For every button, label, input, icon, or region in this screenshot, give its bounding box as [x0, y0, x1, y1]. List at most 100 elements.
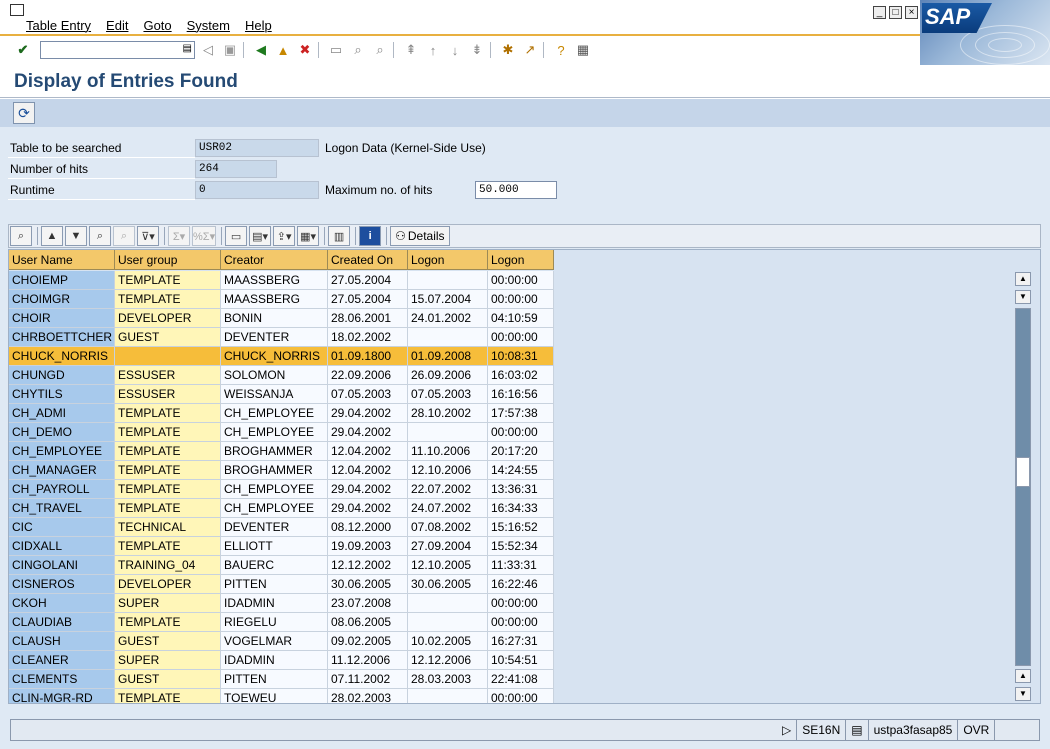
- cell-creator[interactable]: RIEGELU: [221, 613, 328, 632]
- cell-user-name[interactable]: CHOIMGR: [9, 290, 115, 309]
- cell-logon-time[interactable]: 14:24:55: [488, 461, 554, 480]
- cell-user-name[interactable]: CLAUSH: [9, 632, 115, 651]
- cell-logon-time[interactable]: 00:00:00: [488, 613, 554, 632]
- scroll-down-icon[interactable]: ▼: [1015, 687, 1031, 701]
- cell-logon-time[interactable]: 15:52:34: [488, 537, 554, 556]
- cell-logon-date[interactable]: 22.07.2002: [408, 480, 488, 499]
- cell-creator[interactable]: BONIN: [221, 309, 328, 328]
- cell-created-on[interactable]: 01.09.1800: [328, 347, 408, 366]
- cell-user-group[interactable]: SUPER: [115, 594, 221, 613]
- cell-user-group[interactable]: GUEST: [115, 328, 221, 347]
- cell-logon-time[interactable]: 22:41:08: [488, 670, 554, 689]
- new-session-icon[interactable]: ✱: [499, 41, 517, 59]
- table-row[interactable]: CKOH SUPER IDADMIN 23.07.2008 00:00:00: [9, 594, 554, 613]
- cell-created-on[interactable]: 28.02.2003: [328, 689, 408, 703]
- details-button[interactable]: ⚇ Details: [390, 226, 450, 246]
- cell-logon-date[interactable]: 12.10.2005: [408, 556, 488, 575]
- cell-logon-time[interactable]: 16:03:02: [488, 366, 554, 385]
- cell-created-on[interactable]: 11.12.2006: [328, 651, 408, 670]
- cell-user-name[interactable]: CH_ADMI: [9, 404, 115, 423]
- cell-user-group[interactable]: TEMPLATE: [115, 499, 221, 518]
- table-row[interactable]: CLEMENTS GUEST PITTEN 07.11.2002 28.03.2003 2…: [9, 670, 554, 689]
- cell-creator[interactable]: CH_EMPLOYEE: [221, 480, 328, 499]
- find-next-icon[interactable]: ⌕: [113, 226, 135, 246]
- cell-created-on[interactable]: 23.07.2008: [328, 594, 408, 613]
- help-icon[interactable]: ?: [552, 41, 570, 59]
- cell-user-name[interactable]: CH_MANAGER: [9, 461, 115, 480]
- cell-logon-time[interactable]: 17:57:38: [488, 404, 554, 423]
- cell-user-group[interactable]: TEMPLATE: [115, 271, 221, 290]
- cell-logon-date[interactable]: 24.07.2002: [408, 499, 488, 518]
- cell-user-group[interactable]: DEVELOPER: [115, 309, 221, 328]
- column-header-user-group[interactable]: User group: [115, 250, 221, 270]
- column-header-creator[interactable]: Creator: [221, 250, 328, 270]
- cell-created-on[interactable]: 07.05.2003: [328, 385, 408, 404]
- cell-user-group[interactable]: TEMPLATE: [115, 461, 221, 480]
- cell-user-group[interactable]: TEMPLATE: [115, 404, 221, 423]
- scroll-up-icon[interactable]: ▲: [1015, 272, 1031, 286]
- cell-logon-date[interactable]: [408, 423, 488, 442]
- cell-logon-time[interactable]: 00:00:00: [488, 290, 554, 309]
- sum-icon[interactable]: Σ▾: [168, 226, 190, 246]
- cell-user-group[interactable]: TECHNICAL: [115, 518, 221, 537]
- cell-user-name[interactable]: CHYTILS: [9, 385, 115, 404]
- cell-logon-time[interactable]: 00:00:00: [488, 423, 554, 442]
- cell-creator[interactable]: SOLOMON: [221, 366, 328, 385]
- cell-creator[interactable]: BAUERC: [221, 556, 328, 575]
- cell-creator[interactable]: WEISSANJA: [221, 385, 328, 404]
- cell-created-on[interactable]: 12.12.2002: [328, 556, 408, 575]
- cell-logon-date[interactable]: 30.06.2005: [408, 575, 488, 594]
- table-row[interactable]: CIC TECHNICAL DEVENTER 08.12.2000 07.08.2002…: [9, 518, 554, 537]
- cell-creator[interactable]: CH_EMPLOYEE: [221, 499, 328, 518]
- vertical-scrollbar[interactable]: ▲ ▼ ▲ ▼: [1015, 272, 1031, 704]
- page-up-icon[interactable]: ▲: [1015, 669, 1031, 683]
- cell-created-on[interactable]: 12.04.2002: [328, 461, 408, 480]
- menu-table-entry[interactable]: Table Entry: [26, 18, 91, 33]
- table-row[interactable]: CH_TRAVEL TEMPLATE CH_EMPLOYEE 29.04.2002 24…: [9, 499, 554, 518]
- cell-user-name[interactable]: CH_EMPLOYEE: [9, 442, 115, 461]
- table-row[interactable]: CISNEROS DEVELOPER PITTEN 30.06.2005 30.06.2…: [9, 575, 554, 594]
- cell-created-on[interactable]: 09.02.2005: [328, 632, 408, 651]
- prev-page-icon[interactable]: ↑: [424, 41, 442, 59]
- sort-descending-icon[interactable]: ▼: [65, 226, 87, 246]
- cell-logon-time[interactable]: 00:00:00: [488, 689, 554, 703]
- cell-logon-time[interactable]: 04:10:59: [488, 309, 554, 328]
- enter-check-icon[interactable]: ✔: [14, 41, 32, 59]
- cell-user-name[interactable]: CINGOLANI: [9, 556, 115, 575]
- exit-icon[interactable]: ▲: [274, 41, 292, 59]
- info-icon[interactable]: i: [359, 226, 382, 246]
- column-header-logon-date[interactable]: Logon: [408, 250, 488, 270]
- minimize-icon[interactable]: _: [873, 6, 886, 19]
- scroll-thumb[interactable]: [1016, 457, 1030, 487]
- cell-logon-date[interactable]: 12.10.2006: [408, 461, 488, 480]
- cell-creator[interactable]: MAASSBERG: [221, 290, 328, 309]
- cell-user-name[interactable]: CH_DEMO: [9, 423, 115, 442]
- cell-user-group[interactable]: GUEST: [115, 670, 221, 689]
- cell-logon-date[interactable]: 12.12.2006: [408, 651, 488, 670]
- table-row[interactable]: CHOIEMP TEMPLATE MAASSBERG 27.05.2004 00:00:…: [9, 271, 554, 290]
- cell-user-name[interactable]: CLIN-MGR-RD: [9, 689, 115, 703]
- cancel-icon[interactable]: ✖: [296, 41, 314, 59]
- table-row[interactable]: CHOIMGR TEMPLATE MAASSBERG 27.05.2004 15.07.…: [9, 290, 554, 309]
- cell-logon-time[interactable]: 15:16:52: [488, 518, 554, 537]
- cell-creator[interactable]: CHUCK_NORRIS: [221, 347, 328, 366]
- cell-user-name[interactable]: CISNEROS: [9, 575, 115, 594]
- table-row[interactable]: CIDXALL TEMPLATE ELLIOTT 19.09.2003 27.09.20…: [9, 537, 554, 556]
- cell-user-group[interactable]: TEMPLATE: [115, 689, 221, 703]
- cell-created-on[interactable]: 27.05.2004: [328, 290, 408, 309]
- table-row[interactable]: CLEANER SUPER IDADMIN 11.12.2006 12.12.2006 1…: [9, 651, 554, 670]
- cell-user-group[interactable]: TEMPLATE: [115, 290, 221, 309]
- cell-user-name[interactable]: CHUNGD: [9, 366, 115, 385]
- table-row[interactable]: CH_EMPLOYEE TEMPLATE BROGHAMMER 12.04.2002 1…: [9, 442, 554, 461]
- column-header-user-name[interactable]: User Name: [9, 250, 115, 270]
- command-history-icon[interactable]: ▤: [183, 43, 192, 54]
- cell-created-on[interactable]: 29.04.2002: [328, 480, 408, 499]
- max-hits-input[interactable]: 50.000: [475, 181, 557, 199]
- cell-logon-date[interactable]: 01.09.2008: [408, 347, 488, 366]
- refresh-button[interactable]: ⟳: [13, 102, 35, 124]
- cell-logon-time[interactable]: 10:54:51: [488, 651, 554, 670]
- table-row[interactable]: CHOIR DEVELOPER BONIN 28.06.2001 24.01.2002 0…: [9, 309, 554, 328]
- cell-user-name[interactable]: CHUCK_NORRIS: [9, 347, 115, 366]
- cell-created-on[interactable]: 12.04.2002: [328, 442, 408, 461]
- cell-user-group[interactable]: TRAINING_04: [115, 556, 221, 575]
